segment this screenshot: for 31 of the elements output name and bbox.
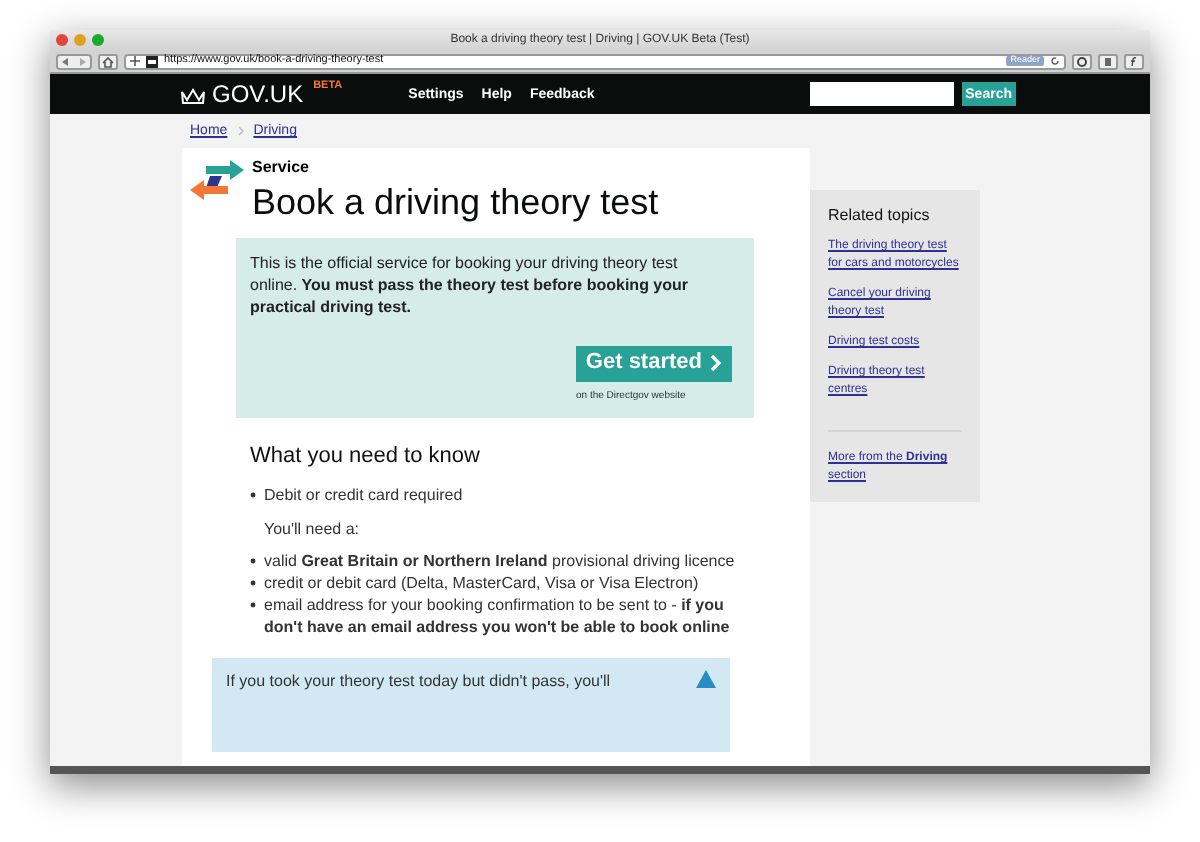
- plus-icon[interactable]: [130, 56, 140, 66]
- script-icon[interactable]: [1124, 53, 1144, 69]
- section-heading: What you need to know: [250, 443, 482, 471]
- intro-text: This is the official service for booking your driving theory test online. You must pass the theory test before booking your practical driving test.: [250, 251, 691, 317]
- service-label: Service: [252, 160, 311, 176]
- list-item-text: credit or debit card (Delta, MasterCard, Visa or Visa Electron): [264, 572, 699, 595]
- close-window-icon[interactable]: [56, 34, 68, 46]
- bullet-icon: [250, 492, 256, 499]
- page-title: Book a driving theory test: [252, 180, 659, 225]
- warning-icon: [696, 670, 716, 689]
- site-favicon-icon: [146, 55, 158, 67]
- list-item-text: valid Great Britain or Northern Ireland provisional driving licence: [264, 550, 735, 573]
- bullet-icon: [250, 580, 256, 587]
- circle-icon[interactable]: [1072, 53, 1092, 69]
- search-field[interactable]: [809, 82, 954, 106]
- lead-text: You'll need a:: [262, 518, 361, 541]
- back-forward-icon[interactable]: [56, 53, 92, 69]
- bookmarks-icon[interactable]: [1098, 53, 1118, 69]
- chevron-icon: [237, 126, 244, 136]
- bullet-icon: [250, 602, 256, 609]
- chevron-right-icon: [710, 354, 722, 372]
- crown-icon: [180, 85, 206, 103]
- sidebar-title: Related topics: [828, 206, 932, 226]
- home-icon[interactable]: [98, 53, 118, 69]
- notice-text: If you took your theory test today but didn't pass, you'll: [226, 670, 611, 693]
- arrows-icon: [190, 160, 244, 204]
- govuk-logo-link[interactable]: GOV.UK: [212, 82, 304, 106]
- reload-icon[interactable]: [1050, 56, 1060, 66]
- bullet-icon: [250, 558, 256, 565]
- list-item-text: email address for your booking confirmation to be sent to - if you don't have an email address you won't be able to book online: [264, 594, 732, 639]
- list-item-text: Debit or credit card required: [264, 484, 463, 507]
